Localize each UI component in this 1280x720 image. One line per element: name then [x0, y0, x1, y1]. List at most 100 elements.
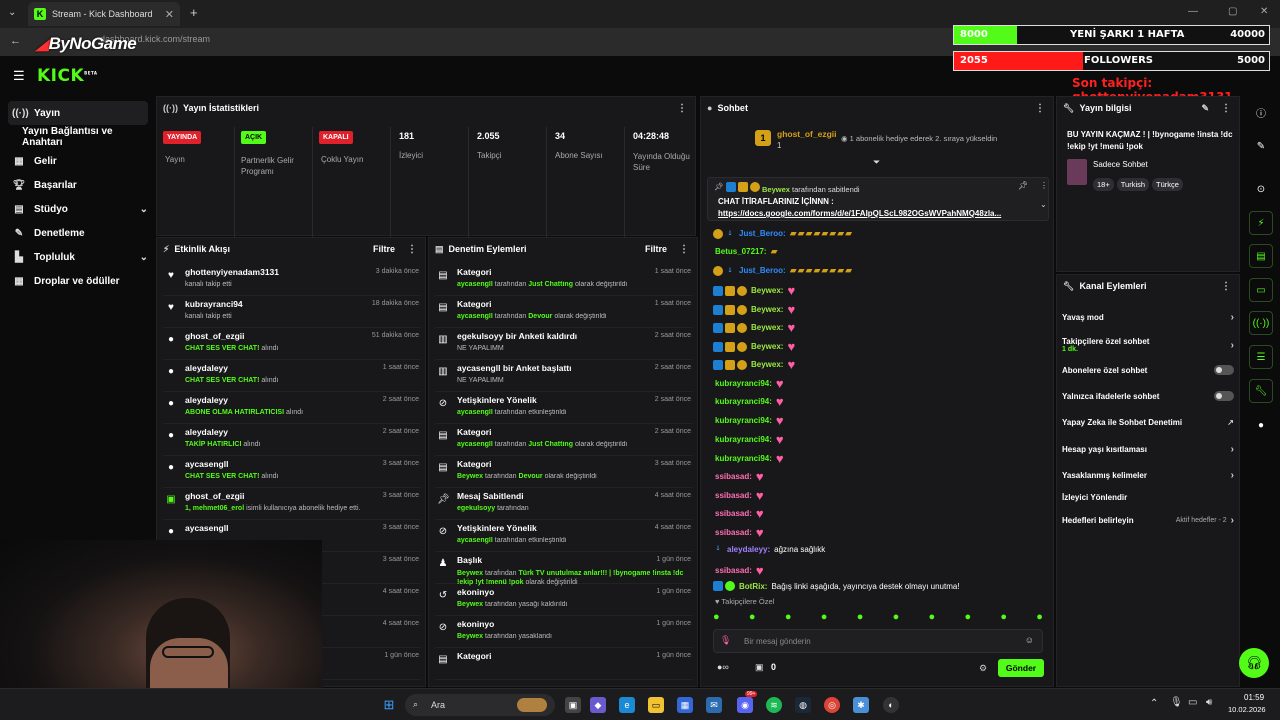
steam-icon[interactable]: ◍ [795, 697, 811, 713]
activity-row[interactable]: ▣ ghost_of_ezgii 1, mehmet06_erol isimli k… [163, 488, 421, 520]
clipboard-tool-icon[interactable]: ▤ [1249, 244, 1273, 268]
channel-action-item[interactable]: Yapay Zeka ile Sohbet Denetimi ↗ [1062, 412, 1234, 432]
chat-username[interactable]: Beywex: [751, 305, 783, 314]
chat-username[interactable]: Betus_07217: [715, 247, 767, 256]
chat-username[interactable]: Beywex: [751, 342, 783, 351]
sidebar-item-denetleme[interactable]: ✎ Denetleme [8, 221, 148, 245]
kick-logo[interactable]: KICKBETA [37, 66, 97, 86]
maximize-icon[interactable]: ▢ [1228, 6, 1237, 17]
activity-row[interactable]: ♥ ghottenyiyenadam3131 kanalı takip etti 3… [163, 264, 421, 296]
more-options-icon[interactable]: ⋮ [677, 103, 687, 114]
moderation-row[interactable]: ▤ Kategori aycasengll tarafından Just Chat… [435, 264, 693, 296]
filter-button[interactable]: Filtre [373, 244, 395, 254]
chat-username[interactable]: kubrayranci94: [715, 397, 772, 406]
taskbar-search[interactable]: ⌕ Ara [405, 694, 555, 716]
moderator-name[interactable]: aycasengll [457, 441, 493, 448]
tab-list-chevron-icon[interactable]: ⌄ [8, 7, 16, 18]
copilot-icon[interactable]: ◆ [590, 697, 606, 713]
unpin-icon[interactable]: 📌︎ [1018, 181, 1028, 190]
task-view-icon[interactable]: ▣ [565, 697, 581, 713]
chat-message[interactable]: Beywex: ♥ [713, 283, 795, 298]
chat-message[interactable]: 💧︎ Just_Beroo: ▰▰▰▰▰▰▰▰ [713, 265, 853, 276]
channel-action-item[interactable]: Abonelere özel sohbet [1062, 360, 1234, 380]
category-name[interactable]: Sadece Sohbet [1093, 160, 1148, 169]
chat-message[interactable]: kubrayranci94: ♥ [713, 376, 784, 391]
moderator-name[interactable]: egekulsoyy [457, 505, 495, 512]
broadcast-tool-icon[interactable]: ((·)) [1249, 311, 1273, 335]
sidebar-item-gelir[interactable]: ▦ Gelir [8, 149, 148, 173]
moderator-name[interactable]: Beywex [457, 570, 483, 577]
emote-icon[interactable]: ● [713, 611, 720, 625]
activity-username[interactable]: ghottenyiyenadam3131 [185, 267, 279, 277]
sidebar-item-stream-key[interactable]: Yayın Bağlantısı ve Anahtarı [8, 125, 148, 149]
chat-username[interactable]: Beywex: [751, 286, 783, 295]
activity-username[interactable]: aleydaleyy [185, 395, 228, 405]
activity-row[interactable]: ● aleydaleyy CHAT SES VER CHAT! alındı 1 sa… [163, 360, 421, 392]
sidebar-item-yayin[interactable]: ((·)) Yayın [8, 101, 148, 125]
moderation-row[interactable]: ▤ Kategori aycasengll tarafından Just Chat… [435, 424, 693, 456]
wrench-tool-icon[interactable]: 🔧︎ [1249, 379, 1273, 403]
chat-username[interactable]: Just_Beroo: [739, 266, 786, 275]
moderation-row[interactable]: ♟ Başlık Beywex tarafından Türk TV unutulm… [435, 552, 693, 586]
sidebar-item-topluluk[interactable]: ▙ Topluluk ⌄ [8, 245, 148, 269]
points-icon[interactable]: ●∞ [717, 662, 729, 672]
chat-username[interactable]: kubrayranci94: [715, 435, 772, 444]
more-options-icon[interactable]: ⋮ [1040, 181, 1048, 190]
moderation-row[interactable]: ▤ Kategori Beywex tarafından Devour olarak… [435, 456, 693, 488]
channel-action-item[interactable]: Yasaklanmış kelimeler › [1062, 465, 1234, 485]
emote-icon[interactable]: ● [929, 611, 936, 625]
gift-icon[interactable]: ▣ [755, 662, 764, 673]
chat-message[interactable]: Betus_07217: ▰ [713, 246, 779, 257]
chat-message[interactable]: Beywex: ♥ [713, 320, 795, 335]
moderation-row[interactable]: 📌︎ Mesaj Sabitlendi egekulsoyy tarafından … [435, 488, 693, 520]
windows-start-icon[interactable]: ⊞ [381, 697, 397, 713]
network-icon[interactable]: ▭ [1188, 697, 1197, 708]
moderation-row[interactable]: ▤ Kategori aycasengll tarafından Devour ol… [435, 296, 693, 328]
chat-username[interactable]: ssibasad: [715, 509, 752, 518]
channel-action-item[interactable]: Hedefleri belirleyin Aktif hedefler - 2 › [1062, 510, 1234, 530]
activity-row[interactable]: ● aleydaleyy ABONE OLMA HATIRLATICISI alın… [163, 392, 421, 424]
chat-message[interactable]: 💧︎ Just_Beroo: ▰▰▰▰▰▰▰▰ [713, 228, 853, 239]
sidebar-item-droplar[interactable]: ▦ Droplar ve ödüller [8, 269, 148, 293]
volume-icon[interactable]: 🔊︎ [1206, 697, 1212, 708]
edge-icon[interactable]: e [619, 697, 635, 713]
sidebar-item-studyo[interactable]: ▤ Stüdyo ⌄ [8, 197, 148, 221]
settings-gear-icon[interactable]: ⚙ [979, 663, 987, 674]
close-window-icon[interactable]: ✕ [1260, 6, 1268, 17]
chat-username[interactable]: kubrayranci94: [715, 379, 772, 388]
channel-action-item[interactable]: Takipçilere özel sohbet 1 dk. › [1062, 333, 1234, 357]
edit-icon[interactable]: ✎ [1201, 103, 1209, 114]
activity-username[interactable]: aleydaleyy [185, 363, 228, 373]
activity-username[interactable]: ghost_of_ezgii [185, 331, 245, 341]
hamburger-menu-icon[interactable]: ☰ [13, 68, 25, 84]
toggle-switch[interactable] [1214, 365, 1234, 375]
chat-message[interactable]: BotRix: Bağış linki aşağıda, yayıncıya de… [713, 581, 960, 591]
support-headset-icon[interactable]: 🎧︎ [1239, 648, 1269, 678]
chat-username[interactable]: ssibasad: [715, 472, 752, 481]
chat-username[interactable]: ssibasad: [715, 528, 752, 537]
moderator-name[interactable]: aycasengll [457, 281, 493, 288]
send-button[interactable]: Gönder [998, 659, 1044, 677]
chat-tool-icon[interactable]: ▭ [1249, 278, 1273, 302]
emote-icon[interactable]: ● [857, 611, 864, 625]
moderation-row[interactable]: ▤ Kategori 1 gün önce [435, 648, 693, 680]
emote-icon[interactable]: ● [785, 611, 792, 625]
list-tool-icon[interactable]: ☰ [1249, 345, 1273, 369]
store-icon[interactable]: ▦ [677, 697, 693, 713]
chat-message[interactable]: ssibasad: ♥ [713, 563, 764, 578]
activity-username[interactable]: aycasengll [185, 459, 228, 469]
moderation-row[interactable]: ⊘ Yetişkinlere Yönelik aycasengll tarafınd… [435, 392, 693, 424]
clock-date[interactable]: 10.02.2026 [1228, 705, 1266, 714]
chat-message[interactable]: kubrayranci94: ♥ [713, 432, 784, 447]
discord-icon[interactable]: ◉ [737, 697, 753, 713]
expand-pinned-icon[interactable]: ⌄ [1040, 200, 1047, 209]
lightning-tool-icon[interactable]: ⚡︎ [1249, 211, 1273, 235]
chat-message[interactable]: Beywex: ♥ [713, 302, 795, 317]
browser-tab[interactable]: K Stream - Kick Dashboard ✕ [28, 2, 180, 26]
mail-icon[interactable]: ✉ [706, 697, 722, 713]
spotify-icon[interactable]: ≋ [766, 697, 782, 713]
app-icon[interactable]: ✱ [853, 697, 869, 713]
chat-message[interactable]: kubrayranci94: ♥ [713, 451, 784, 466]
more-options-icon[interactable]: ⋮ [1221, 103, 1231, 114]
more-options-icon[interactable]: ⋮ [1221, 281, 1231, 292]
